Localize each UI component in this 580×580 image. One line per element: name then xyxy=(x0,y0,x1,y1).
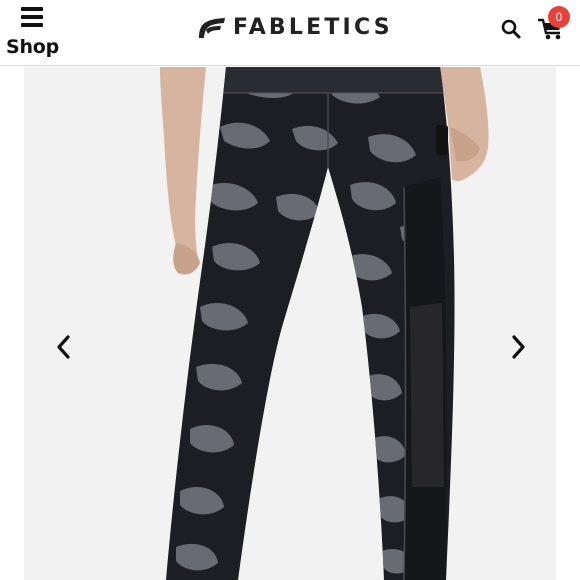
shop-label: Shop xyxy=(6,36,60,58)
chevron-left-icon[interactable] xyxy=(52,331,76,363)
chevron-right-icon[interactable] xyxy=(506,331,530,363)
product-image-gallery[interactable] xyxy=(0,67,580,580)
brand-logo[interactable]: FABLETICS xyxy=(195,12,393,42)
search-button[interactable] xyxy=(500,18,522,40)
shop-menu-button[interactable]: Shop xyxy=(4,2,60,62)
cart-count-badge: 0 xyxy=(548,6,570,28)
top-header: Shop FABLETICS 0 xyxy=(0,0,580,66)
product-photo-leggings xyxy=(160,67,489,580)
search-icon xyxy=(501,19,521,39)
fabletics-logo-icon xyxy=(199,18,225,38)
hamburger-icon xyxy=(21,7,43,27)
brand-name: FABLETICS xyxy=(233,14,393,40)
